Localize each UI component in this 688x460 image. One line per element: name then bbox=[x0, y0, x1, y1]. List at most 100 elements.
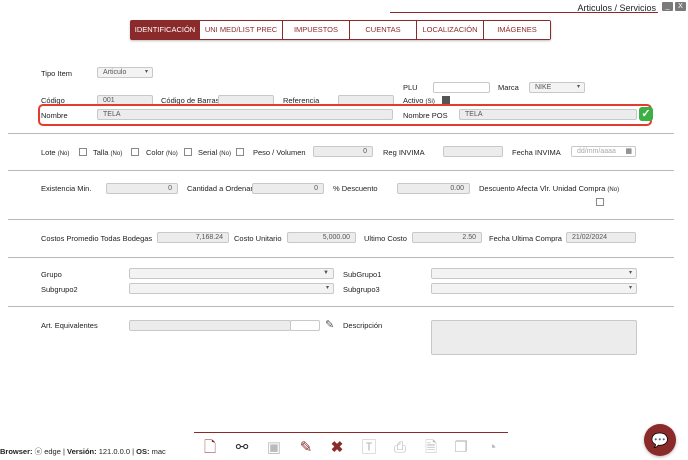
desc-afecta-label: Descuento Afecta Vlr. Unidad Compra (No) bbox=[479, 184, 619, 193]
desc-afecta-checkbox[interactable] bbox=[596, 198, 604, 206]
binoculars-icon[interactable]: ⚯ bbox=[233, 439, 251, 457]
section-divider bbox=[8, 257, 674, 258]
status-separator: | bbox=[62, 447, 65, 456]
tipo-item-label: Tipo Item bbox=[41, 69, 72, 78]
new-document-icon[interactable]: 🗋 bbox=[201, 439, 219, 457]
tab-bar: IDENTIFICACIÓN UNI MED/LIST PREC IMPUEST… bbox=[130, 20, 551, 40]
version-label: Versión: bbox=[67, 447, 97, 456]
status-separator: | bbox=[132, 447, 135, 456]
tipo-item-select[interactable]: Articulo ▾ bbox=[97, 67, 153, 78]
text-icon[interactable]: 🅃 bbox=[360, 439, 378, 457]
fecha-ultima-compra-label: Fecha Ultima Compra bbox=[489, 234, 562, 243]
minimize-button[interactable]: _ bbox=[662, 2, 673, 11]
window-title: Articulos / Servicios bbox=[577, 3, 656, 13]
existencia-label: Existencia Min. bbox=[41, 184, 92, 193]
descuento-input[interactable]: 0.00 bbox=[397, 183, 470, 194]
print-icon[interactable]: ⎙ bbox=[391, 439, 409, 457]
os-value: mac bbox=[151, 447, 166, 456]
fecha-ultima-compra-input[interactable]: 21/02/2024 bbox=[566, 232, 636, 243]
subgrupo1-select[interactable]: ▾ bbox=[431, 268, 637, 279]
existencia-input[interactable]: 0 bbox=[106, 183, 178, 194]
os-label: OS: bbox=[136, 447, 150, 456]
chevron-down-icon: ▾ bbox=[628, 270, 632, 276]
activo-checkbox[interactable] bbox=[442, 96, 450, 104]
subgrupo3-label: Subgrupo3 bbox=[343, 285, 380, 294]
costo-unitario-label: Costo Unitario bbox=[234, 234, 282, 243]
peso-label: Peso / Volumen bbox=[253, 148, 306, 157]
ultimo-costo-input[interactable]: 2.50 bbox=[412, 232, 482, 243]
tab-identificacion[interactable]: IDENTIFICACIÓN bbox=[131, 21, 200, 39]
reg-invima-label: Reg INVIMA bbox=[383, 148, 425, 157]
window-title-bar: Articulos / Servicios _ X bbox=[390, 0, 688, 16]
serial-hint: (No) bbox=[219, 151, 231, 157]
lote-label-text: Lote bbox=[41, 148, 56, 157]
fecha-invima-label: Fecha INVIMA bbox=[512, 148, 561, 157]
marca-select[interactable]: NIKE ▾ bbox=[529, 82, 585, 93]
delete-x-icon[interactable]: ✖ bbox=[328, 439, 346, 457]
ultimo-costo-label: Ultimo Costo bbox=[364, 234, 407, 243]
serial-label-text: Serial bbox=[198, 148, 218, 157]
art-equivalentes-label: Art. Equivalentes bbox=[41, 321, 98, 330]
subgrupo3-select[interactable]: ▾ bbox=[431, 283, 637, 294]
toolbar-line bbox=[194, 432, 508, 433]
lote-label: Lote (No) bbox=[41, 148, 69, 157]
cantidad-input[interactable]: 0 bbox=[252, 183, 324, 194]
talla-label-text: Talla bbox=[93, 148, 109, 157]
caret-down-icon: ▼ bbox=[323, 270, 329, 276]
tab-localizacion[interactable]: LOCALIZACIÓN bbox=[417, 21, 484, 39]
subgrupo2-label: Subgrupo2 bbox=[41, 285, 78, 294]
chat-icon[interactable]: 💬 bbox=[644, 424, 676, 456]
section-divider bbox=[8, 133, 674, 134]
tipo-item-value: Articulo bbox=[103, 69, 127, 76]
version-value: 121.0.0.0 bbox=[98, 447, 130, 456]
copy-icon[interactable]: ❐ bbox=[452, 439, 470, 457]
grupo-select[interactable]: ▼ bbox=[129, 268, 334, 279]
tab-imagenes[interactable]: IMÁGENES bbox=[484, 21, 550, 39]
plu-input[interactable] bbox=[433, 82, 490, 93]
costo-unitario-input[interactable]: 5,000.00 bbox=[287, 232, 356, 243]
color-label: Color (No) bbox=[146, 148, 178, 157]
serial-label: Serial (No) bbox=[198, 148, 231, 157]
grupo-label: Grupo bbox=[41, 270, 62, 279]
talla-label: Talla (No) bbox=[93, 148, 122, 157]
talla-hint: (No) bbox=[110, 151, 123, 157]
talla-checkbox[interactable] bbox=[131, 148, 139, 156]
subgrupo2-select[interactable]: ▾ bbox=[129, 283, 334, 294]
costos-promedio-input[interactable]: 7,168.24 bbox=[157, 232, 229, 243]
pencil-icon[interactable]: ✎ bbox=[325, 318, 334, 331]
tab-impuestos[interactable]: IMPUESTOS bbox=[283, 21, 350, 39]
history-icon[interactable]: ◔ bbox=[483, 439, 501, 457]
serial-checkbox[interactable] bbox=[236, 148, 244, 156]
excel-icon[interactable]: 🗎 bbox=[422, 439, 440, 457]
color-checkbox[interactable] bbox=[184, 148, 192, 156]
marca-label: Marca bbox=[498, 83, 519, 92]
browser-value: edge bbox=[44, 447, 61, 456]
close-button[interactable]: X bbox=[675, 2, 686, 11]
descripcion-textarea[interactable] bbox=[431, 320, 637, 355]
section-divider bbox=[8, 219, 674, 220]
nombre-row-highlight bbox=[38, 104, 652, 126]
lote-checkbox[interactable] bbox=[79, 148, 87, 156]
art-equivalentes-code-input[interactable] bbox=[290, 320, 320, 331]
edit-pencil-icon[interactable]: ✎ bbox=[297, 439, 315, 457]
check-icon: ✓ bbox=[639, 107, 653, 121]
desc-afecta-hint: (No) bbox=[607, 187, 620, 193]
chevron-down-icon: ▾ bbox=[325, 285, 329, 291]
peso-input[interactable]: 0 bbox=[313, 146, 373, 157]
chevron-down-icon: ▾ bbox=[576, 84, 580, 90]
color-label-text: Color bbox=[146, 148, 164, 157]
chevron-down-icon: ▾ bbox=[144, 69, 148, 75]
tab-cuentas[interactable]: CUENTAS bbox=[350, 21, 417, 39]
marca-value: NIKE bbox=[535, 84, 552, 91]
plu-label: PLU bbox=[403, 83, 418, 92]
calendar-icon[interactable]: ▦ bbox=[625, 147, 632, 156]
reg-invima-input[interactable] bbox=[443, 146, 503, 157]
section-divider bbox=[8, 306, 674, 307]
costos-promedio-label: Costos Promedio Todas Bodegas bbox=[41, 234, 153, 243]
subgrupo1-label: SubGrupo1 bbox=[343, 270, 382, 279]
tab-uni-med-list-prec[interactable]: UNI MED/LIST PREC bbox=[200, 21, 283, 39]
save-disk-icon[interactable]: ▣ bbox=[265, 439, 283, 457]
fecha-invima-input[interactable]: dd/mm/aaaa ▦ bbox=[571, 146, 636, 157]
cantidad-label: Cantidad a Ordenar bbox=[187, 184, 253, 193]
art-equivalentes-input[interactable] bbox=[129, 320, 291, 331]
